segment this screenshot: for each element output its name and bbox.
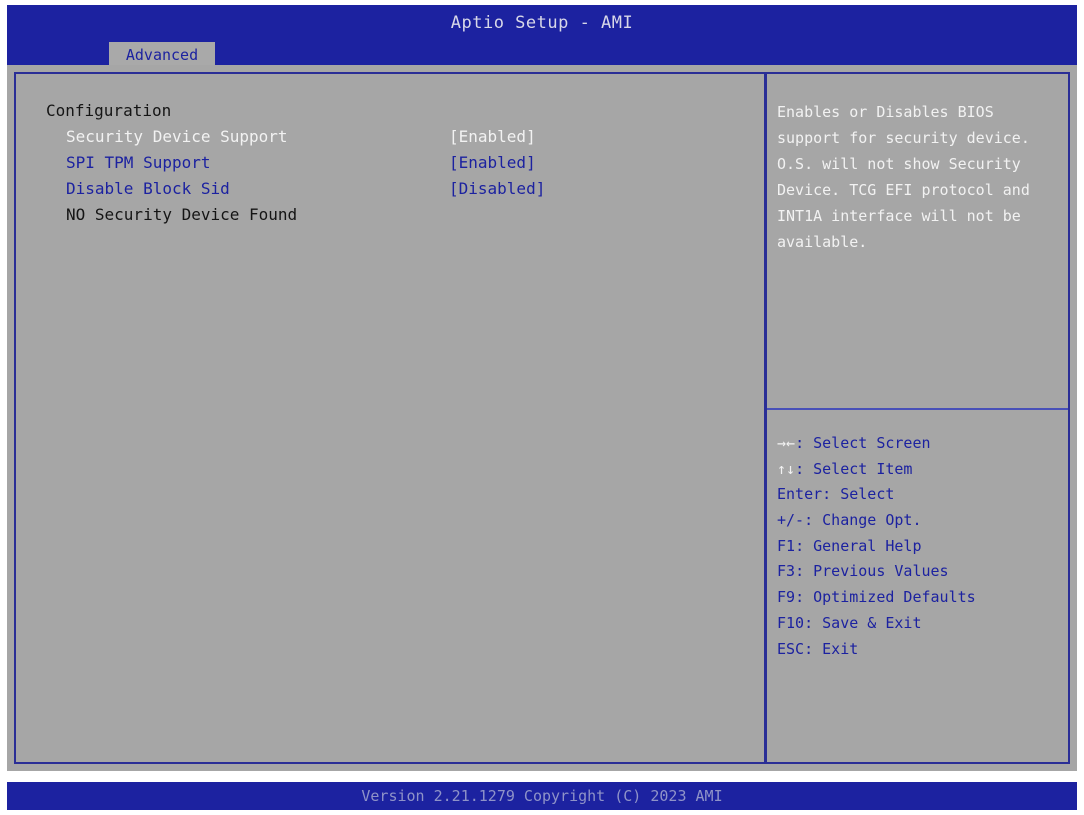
no-security-device-row: NO Security Device Found [66,205,746,231]
header-bar: Aptio Setup - AMI Advanced [7,5,1077,68]
disable-block-sid-label: Disable Block Sid [66,179,230,198]
key-hint-enter: Enter: Select [777,485,895,504]
bios-screen: Aptio Setup - AMI Advanced Configuration… [0,0,1084,815]
app-title: Aptio Setup - AMI [450,13,634,33]
spi-tpm-support-value[interactable]: [Enabled] [449,153,536,172]
spi-tpm-support-row[interactable]: SPI TPM Support [Enabled] [66,153,746,179]
version-text: Version 2.21.1279 Copyright (C) 2023 AMI [361,787,723,805]
key-hint-f9: F9: Optimized Defaults [777,588,976,607]
settings-panel: Configuration Security Device Support [E… [14,72,766,764]
key-hint-select-item: ↑↓: Select Item [777,459,913,478]
spi-tpm-support-label: SPI TPM Support [66,153,211,172]
body-area: Configuration Security Device Support [E… [7,65,1077,771]
key-hint-f3: F3: Previous Values [777,562,949,581]
no-security-device-label: NO Security Device Found [66,205,298,224]
section-title: Configuration [46,101,172,120]
arrows-up-down-icon: ↑↓ [777,459,796,478]
key-hint-esc: ESC: Exit [777,639,859,658]
help-panel: Enables or Disables BIOS support for sec… [765,72,1070,764]
key-legend: →←: Select Screen ↑↓: Select Item Enter:… [777,431,1062,662]
security-device-support-row[interactable]: Security Device Support [Enabled] [66,127,746,153]
footer-bar: Version 2.21.1279 Copyright (C) 2023 AMI [7,782,1077,810]
security-device-support-value[interactable]: [Enabled] [449,127,536,146]
security-device-support-label: Security Device Support [66,127,288,146]
footer-gap [7,771,1077,782]
key-hint-select-screen: →←: Select Screen [777,434,931,452]
key-hint-f10: F10: Save & Exit [777,613,922,632]
arrows-left-right-icon: →← [777,434,796,452]
disable-block-sid-row[interactable]: Disable Block Sid [Disabled] [66,179,746,205]
help-description: Enables or Disables BIOS support for sec… [777,103,1030,251]
help-divider [767,408,1068,410]
disable-block-sid-value[interactable]: [Disabled] [449,179,545,198]
key-hint-f1: F1: General Help [777,536,922,555]
key-hint-change-opt: +/-: Change Opt. [777,511,922,530]
